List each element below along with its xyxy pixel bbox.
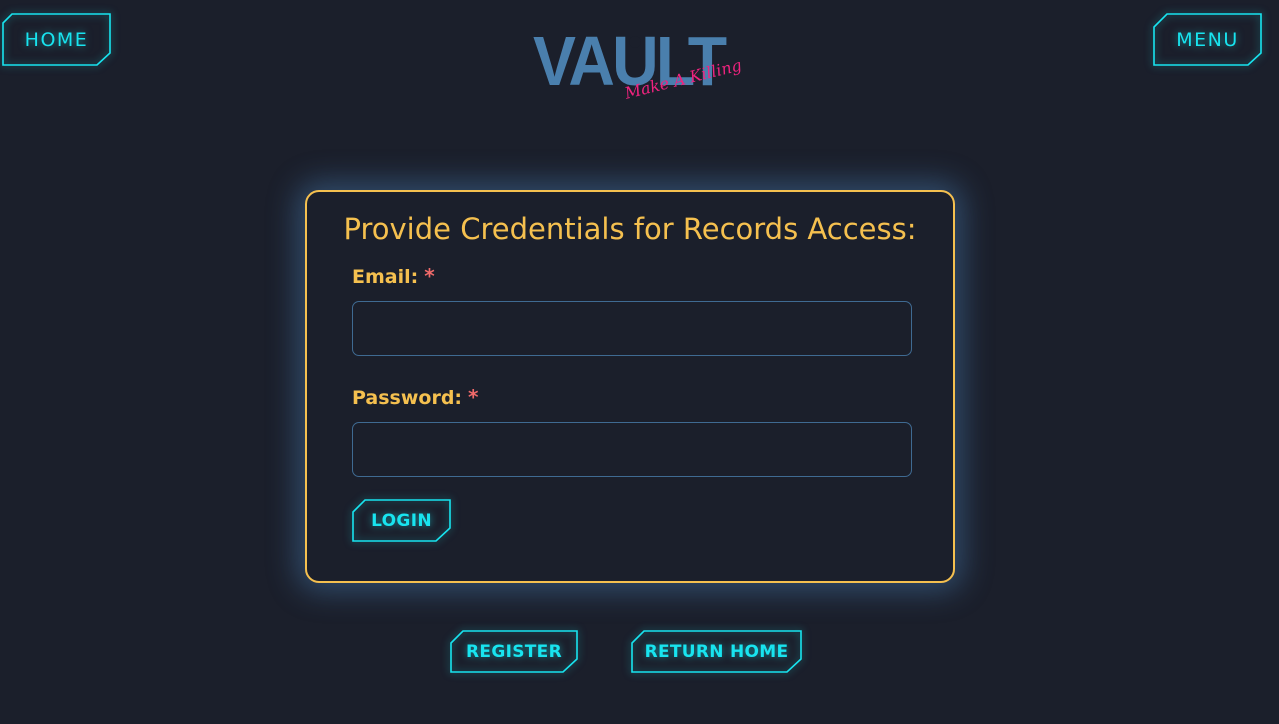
vault-logo[interactable]: VAULT Make A Killing [533,26,744,112]
home-button-label: HOME [24,28,89,51]
keyhole-icon [629,36,641,48]
register-button[interactable]: REGISTER [450,630,578,673]
return-home-button-label: RETURN HOME [644,641,789,662]
home-button[interactable]: HOME [2,13,111,66]
email-field[interactable] [352,301,912,356]
password-required-mark: * [468,385,479,409]
password-field[interactable] [352,422,912,477]
email-required-mark: * [424,264,435,288]
menu-button-label: MENU [1176,28,1239,51]
login-title: Provide Credentials for Records Access: [343,212,917,246]
return-home-button[interactable]: RETURN HOME [631,630,802,673]
email-label-text: Email: [352,266,419,288]
password-label-text: Password: [352,387,463,409]
login-card: Provide Credentials for Records Access: … [305,190,955,583]
menu-button[interactable]: MENU [1153,13,1262,66]
login-button-label: LOGIN [371,510,432,531]
password-label: Password: * [352,385,479,409]
register-button-label: REGISTER [466,641,562,662]
login-button[interactable]: LOGIN [352,499,451,542]
email-label: Email: * [352,264,435,288]
